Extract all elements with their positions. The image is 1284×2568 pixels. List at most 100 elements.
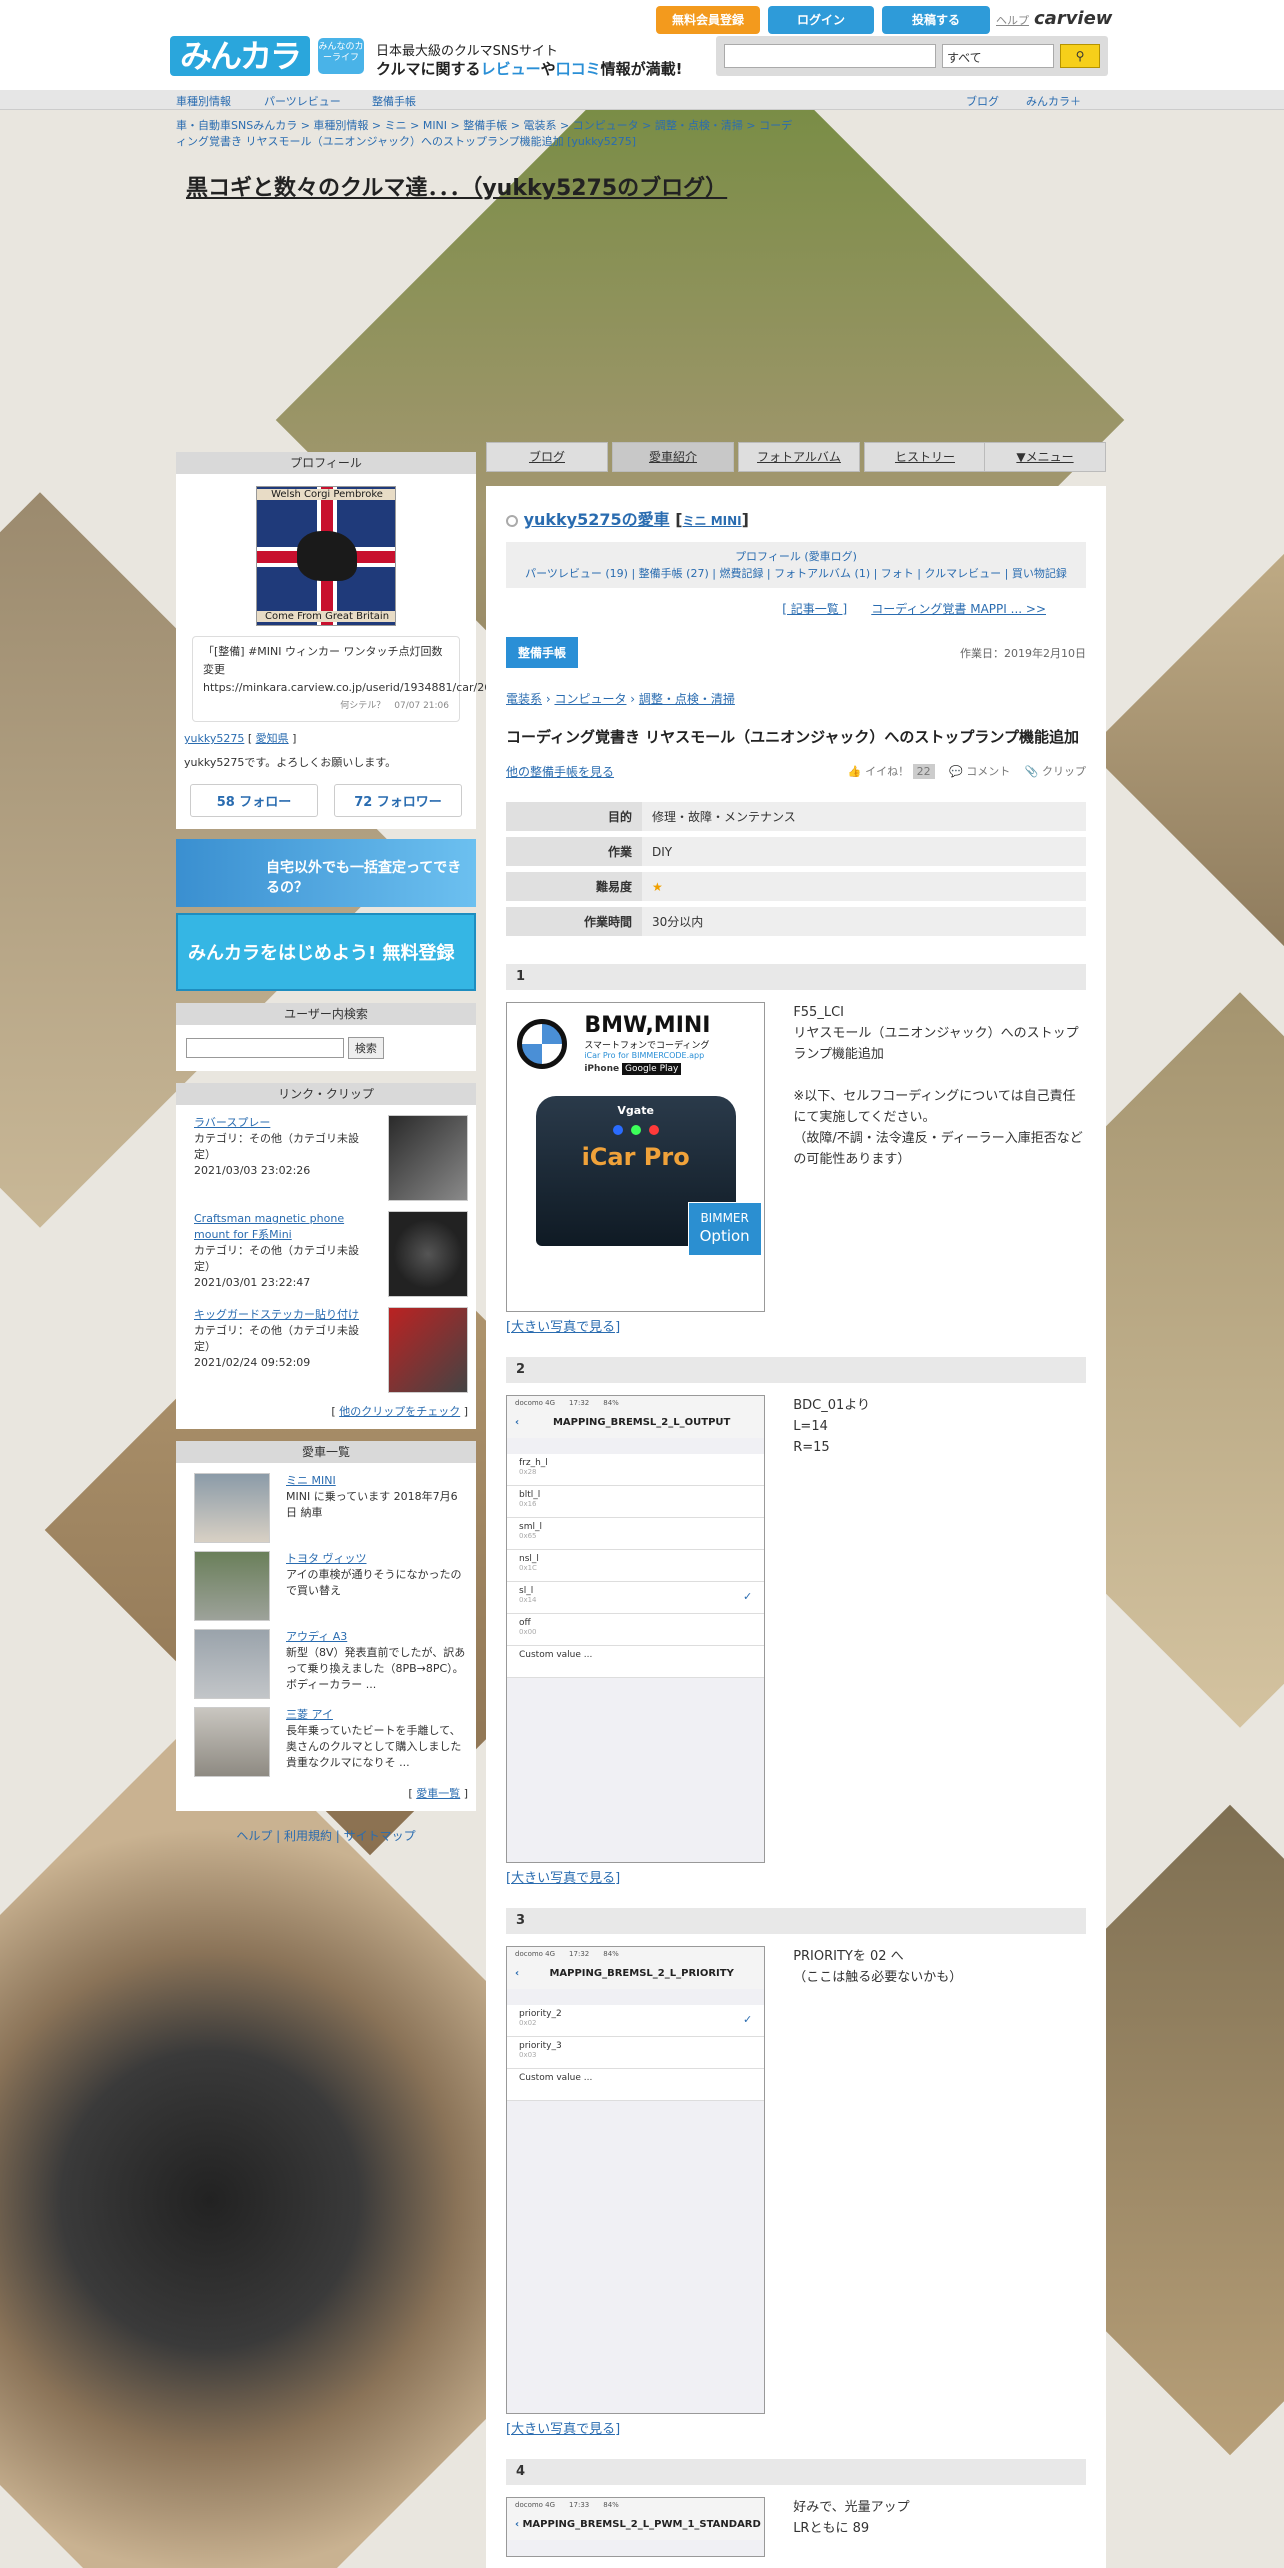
search-box: すべて ⚲ xyxy=(716,36,1108,76)
nav-cars[interactable]: 車種別情報 xyxy=(176,93,231,109)
car-link[interactable]: 三菱 アイ xyxy=(286,1708,333,1721)
car-thumb[interactable] xyxy=(194,1473,270,1543)
help-link[interactable]: ヘルプ xyxy=(996,12,1029,28)
minkara-logo[interactable]: みんカラ xyxy=(170,36,311,76)
car-model-link[interactable]: ミニ MINI xyxy=(683,514,742,528)
car-link[interactable]: トヨタ ヴィッツ xyxy=(286,1552,367,1565)
clip-thumb[interactable] xyxy=(388,1115,468,1201)
comment-button[interactable]: 💬 コメント xyxy=(949,765,1010,778)
step-text: BDC_01より L=14 R=15 xyxy=(793,1398,870,1455)
category-path: 電装系 › コンピュータ › 調整・点検・清掃 xyxy=(506,692,735,706)
blog-title[interactable]: 黒コギと数々のクルマ達．．．（yukky5275のブログ） xyxy=(186,170,727,202)
car-link[interactable]: アウディ A3 xyxy=(286,1630,347,1643)
car-heading: yukky5275の愛車 [ミニ MINI] xyxy=(506,506,1086,530)
clip-button[interactable]: 📎 クリップ xyxy=(1025,765,1086,778)
info-table: 目的 修理・故障・メンテナンス 作業 DIY 難易度 ★ 作業時間 30分以内 xyxy=(506,796,1086,942)
post-button[interactable]: 投稿する xyxy=(882,6,990,34)
back-chevron-icon: ‹ xyxy=(515,2519,520,2530)
follow-button[interactable]: 58 フォロー xyxy=(190,784,318,817)
status-note[interactable]: 「[整備] #MINI ウィンカー ワンタッチ点灯回数変更 https://mi… xyxy=(192,636,648,722)
step-photo[interactable]: docomo 4G 17:33 84% ‹ MAPPING_BREMSL_2_L_… xyxy=(506,2497,766,2557)
other-maint-link[interactable]: 他の整備手帳を見る xyxy=(506,763,614,780)
footer-links[interactable]: ヘルプ | 利用規約 | サイトマップ xyxy=(176,1827,476,1844)
big-photo-link[interactable]: [大きい写真で見る] xyxy=(506,1871,620,1886)
check-icon: ✓ xyxy=(742,2013,753,2026)
site-header: みんカラ みんなのカーライフ 日本最大級のクルマSNSサイト クルマに関するレビ… xyxy=(0,0,1284,90)
tagline: 日本最大級のクルマSNSサイト xyxy=(376,44,558,59)
tab-blog[interactable]: ブログ xyxy=(486,442,608,472)
breadcrumb[interactable]: 車・自動車SNSみんカラ > 車種別情報 > ミニ > MINI > 整備手帳 … xyxy=(176,118,796,150)
left-sidebar: プロフィール Welsh Corgi Pembroke Come From Gr… xyxy=(176,452,648,1844)
tab-photo[interactable]: フォトアルバム xyxy=(738,442,860,472)
nav-maint[interactable]: 整備手帳 xyxy=(372,93,416,109)
step-heading: 4 xyxy=(506,2459,1086,2485)
big-photo-link[interactable]: [大きい写真で見る] xyxy=(506,1320,620,1335)
search-input[interactable] xyxy=(724,44,936,68)
clip-link[interactable]: ラバースプレー xyxy=(194,1116,270,1129)
check-icon: ✓ xyxy=(742,1590,753,1603)
step-text: 好みで、光量アップ LRともに 89 xyxy=(793,2500,910,2536)
user-link[interactable]: yukky5275 xyxy=(184,732,244,745)
list-item: sl_l 0x14 ✓ xyxy=(507,1582,765,1614)
list-item: トヨタ ヴィッツ アイの車検が通りそうになかったので買い替え xyxy=(194,1551,468,1621)
banner-satei[interactable]: 自宅以外でも一括査定ってできるの？ xyxy=(176,839,476,907)
step-text: F55_LCI リヤスモール（ユニオンジャック）へのストップランプ機能追加 ※以… xyxy=(793,1005,1083,1167)
avatar[interactable]: Welsh Corgi Pembroke Come From Great Bri… xyxy=(256,486,396,626)
step-photo[interactable]: docomo 4G 17:32 84% ‹ MAPPING_BREMSL_2_L_… xyxy=(506,1946,766,2414)
maint-badge[interactable]: 整備手帳 xyxy=(506,637,579,668)
search-category-select[interactable]: すべて xyxy=(942,44,1054,68)
user-search-input[interactable] xyxy=(186,1038,344,1058)
banner-register[interactable]: みんカラをはじめよう! 無料登録 xyxy=(176,913,476,991)
car-thumb[interactable] xyxy=(194,1629,270,1699)
more-clips-link[interactable]: 他のクリップをチェック xyxy=(339,1405,460,1418)
login-button[interactable]: ログイン xyxy=(768,6,874,34)
car-link[interactable]: ミニ MINI xyxy=(286,1474,336,1487)
article-list-link[interactable]: [ 記事一覧 ] xyxy=(782,602,847,616)
nav-minkara-plus[interactable]: みんカラ＋ xyxy=(1026,93,1081,109)
list-item: 三菱 アイ 長年乗っていたビートを手離して、奥さんのクルマとして購入しました 貴重… xyxy=(194,1707,468,1777)
step-photo[interactable]: BMW,MINI スマートフォンでコーディング iCar Pro for BIM… xyxy=(506,1002,766,1312)
profile-user: yukky5275 [ 愛知県 ] xyxy=(184,732,297,745)
list-item: Craftsman magnetic phone mount for F系Min… xyxy=(194,1211,468,1297)
main-content: yukky5275の愛車 [ミニ MINI] プロフィール (愛車ログ) パーツ… xyxy=(486,486,1106,2568)
profile-intro: yukky5275です。よろしくお願いします。 xyxy=(184,756,397,769)
register-button[interactable]: 無料会員登録 xyxy=(656,6,760,34)
article-title: コーディング覚書き リヤスモール（ユニオンジャック）へのストップランプ機能追加 xyxy=(506,728,1079,746)
step-heading: 2 xyxy=(506,1357,1086,1383)
clip-thumb[interactable] xyxy=(388,1211,468,1297)
search-button[interactable]: ⚲ xyxy=(1060,44,1100,68)
car-links: プロフィール (愛車ログ) パーツレビュー (19) | 整備手帳 (27) |… xyxy=(506,542,1086,588)
step-text: PRIORITYを 02 へ （ここは触る必要ないかも） xyxy=(793,1949,963,1985)
user-search-button[interactable]: 検索 xyxy=(347,1037,384,1059)
step-photo[interactable]: docomo 4G 17:32 84% ‹ MAPPING_BREMSL_2_L_… xyxy=(506,1395,766,1863)
cars-panel: ミニ MINI MINI に乗っています 2018年7月6日 納車 トヨタ ヴィッ… xyxy=(176,1463,476,1811)
more-cars-link[interactable]: 愛車一覧 xyxy=(416,1787,460,1800)
clips-panel: ラバースプレー カテゴリ：その他（カテゴリ未設定） 2021/03/03 23:02… xyxy=(176,1105,476,1429)
back-chevron-icon: ‹ xyxy=(515,1417,520,1428)
list-item: frz_h_l 0x28 xyxy=(507,1454,765,1486)
prev-article-link[interactable]: コーディング覚書 MAPPI ... >> xyxy=(871,602,1046,616)
car-thumb[interactable] xyxy=(194,1551,270,1621)
tab-menu[interactable]: ▼メニュー xyxy=(984,442,1106,472)
list-item: アウディ A3 新型（8V）発表直前でしたが、訳あって乗り換えました（8PB→8P… xyxy=(194,1629,468,1699)
follower-button[interactable]: 72 フォロワー xyxy=(334,784,462,817)
big-photo-link[interactable]: [大きい写真で見る] xyxy=(506,2422,620,2437)
clip-link[interactable]: キッグガードステッカー貼り付け xyxy=(194,1308,359,1321)
nav-blog[interactable]: ブログ xyxy=(966,93,999,109)
minna-carlife-badge[interactable]: みんなのカーライフ xyxy=(318,38,364,74)
clip-link[interactable]: Craftsman magnetic phone mount for F系Min… xyxy=(194,1212,344,1241)
like-button[interactable]: 👍 イイね！ 22 xyxy=(848,764,935,779)
cars-heading: 愛車一覧 xyxy=(176,1441,476,1463)
car-owner-link[interactable]: yukky5275の愛車 xyxy=(524,510,670,529)
step-heading: 3 xyxy=(506,1908,1086,1934)
list-item: Custom value ... xyxy=(507,2069,765,2101)
nav-parts[interactable]: パーツレビュー xyxy=(264,93,341,109)
work-date: 作業日：2019年2月10日 xyxy=(960,646,1086,660)
table-row: 作業時間 30分以内 xyxy=(506,907,1086,936)
carview-logo[interactable]: carview xyxy=(1034,8,1112,29)
clip-thumb[interactable] xyxy=(388,1307,468,1393)
tab-cars[interactable]: 愛車紹介 xyxy=(612,442,734,472)
tab-history[interactable]: ヒストリー xyxy=(864,442,986,472)
car-thumb[interactable] xyxy=(194,1707,270,1777)
pref-link[interactable]: 愛知県 xyxy=(256,732,289,745)
